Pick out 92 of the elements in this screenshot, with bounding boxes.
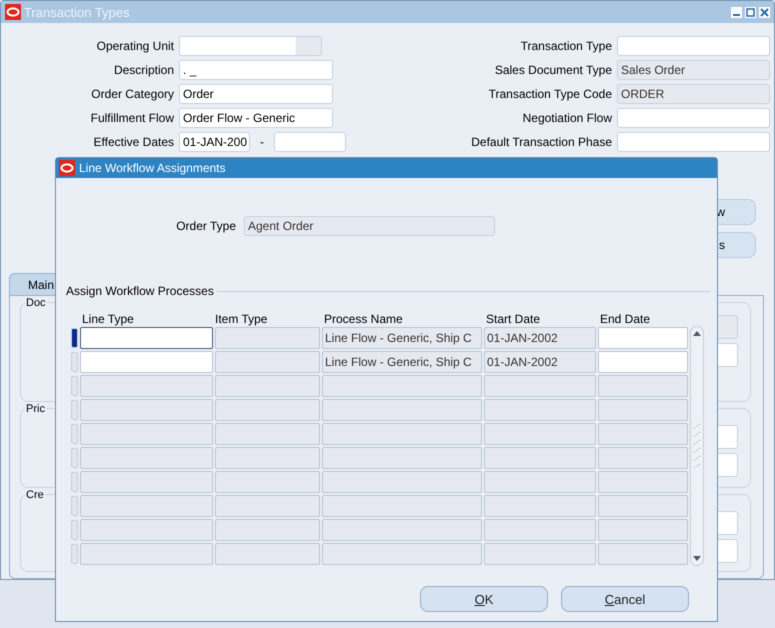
table-cell[interactable] [80,471,213,493]
table-cell[interactable] [484,471,596,493]
field-label: Transaction Type [520,39,612,54]
table-cell[interactable] [215,327,320,349]
field-label: Operating Unit [96,39,174,54]
field-label: Description [112,63,174,78]
section-title: Assign Workflow Processes [66,284,214,298]
grip-icon [693,424,701,468]
table-cell[interactable] [322,447,482,469]
table-cell[interactable] [80,447,213,469]
dialog-title: Line Workflow Assignments [79,161,226,175]
date-separator: - [259,135,265,150]
close-icon[interactable] [759,6,770,18]
table-cell[interactable] [484,423,596,445]
table-cell[interactable] [598,351,688,373]
window-title: Transaction Types [24,4,130,20]
table-cell[interactable] [322,423,482,445]
maximize-icon[interactable] [745,6,756,18]
table-cell[interactable] [80,495,213,517]
table-cell[interactable] [215,423,320,445]
column-header: Line Type [81,312,135,326]
column-header: Start Date [485,312,542,326]
text-field[interactable]: Order [179,84,333,104]
text-field[interactable]: Order Flow - Generic [179,108,333,128]
scroll-down-icon[interactable] [692,555,702,563]
table-cell[interactable] [80,327,213,349]
table-cell[interactable] [484,399,596,421]
row-indicator[interactable] [71,328,78,348]
table-cell[interactable] [598,543,688,565]
table-cell[interactable] [215,519,320,541]
table-cell[interactable]: 01-JAN-2002 [484,351,596,373]
text-field[interactable]: . _ [179,60,333,80]
order-type-field[interactable]: Agent Order [244,216,495,236]
table-cell[interactable] [215,471,320,493]
table-cell[interactable] [598,519,688,541]
minimize-icon[interactable] [731,6,742,18]
field-label: Fulfillment Flow [90,111,174,126]
end-date-field[interactable] [274,132,346,152]
table-cell[interactable] [484,375,596,397]
table-cell[interactable] [484,543,596,565]
table-cell[interactable] [80,351,213,373]
oracle-logo-icon [59,160,75,176]
table-cell[interactable] [322,399,482,421]
table-cell[interactable] [215,351,320,373]
table-cell[interactable] [215,399,320,421]
table-cell[interactable] [322,519,482,541]
text-field[interactable] [617,36,770,56]
field-label: Transaction Type Code [488,87,612,102]
column-header: End Date [599,312,652,326]
field-label: Effective Dates [92,135,174,150]
table-cell[interactable] [80,543,213,565]
table-cell[interactable]: Line Flow - Generic, Ship C [322,327,482,349]
table-cell[interactable] [598,375,688,397]
table-cell[interactable] [215,543,320,565]
table-cell[interactable] [484,519,596,541]
table-cell[interactable] [322,471,482,493]
column-header: Item Type [215,312,268,326]
table-cell[interactable] [80,423,213,445]
text-field[interactable] [617,132,770,152]
text-field[interactable] [617,108,770,128]
scroll-up-icon[interactable] [692,329,702,337]
table-cell[interactable] [215,495,320,517]
field-label: Order Category [90,87,174,102]
table-cell[interactable] [598,399,688,421]
table-cell[interactable]: Line Flow - Generic, Ship C [322,351,482,373]
field-label: Default Transaction Phase [470,135,612,150]
oracle-logo-icon [5,4,21,20]
table-cell[interactable]: 01-JAN-2002 [484,327,596,349]
field-label: Order Type [175,219,236,233]
column-header: Process Name [323,312,404,326]
table-cell[interactable] [598,423,688,445]
dialog-button[interactable]: OK [420,586,548,612]
table-cell[interactable] [215,447,320,469]
lov-field[interactable] [179,36,322,56]
field-label: Sales Document Type [494,63,612,78]
table-cell[interactable] [80,399,213,421]
table-cell[interactable] [598,327,688,349]
start-date-field[interactable]: 01-JAN-200 [179,132,250,152]
table-cell[interactable] [598,471,688,493]
table-cell[interactable] [322,495,482,517]
table-cell[interactable] [484,495,596,517]
table-cell[interactable] [598,495,688,517]
table-cell[interactable] [484,447,596,469]
table-cell[interactable] [215,375,320,397]
scrollbar[interactable] [690,326,704,566]
table-cell[interactable] [598,447,688,469]
table-cell[interactable] [80,519,213,541]
table-cell[interactable] [322,543,482,565]
dialog-button[interactable]: Cancel [561,586,689,612]
table-cell[interactable] [322,375,482,397]
field-label: Negotiation Flow [522,111,612,126]
table-cell[interactable] [80,375,213,397]
